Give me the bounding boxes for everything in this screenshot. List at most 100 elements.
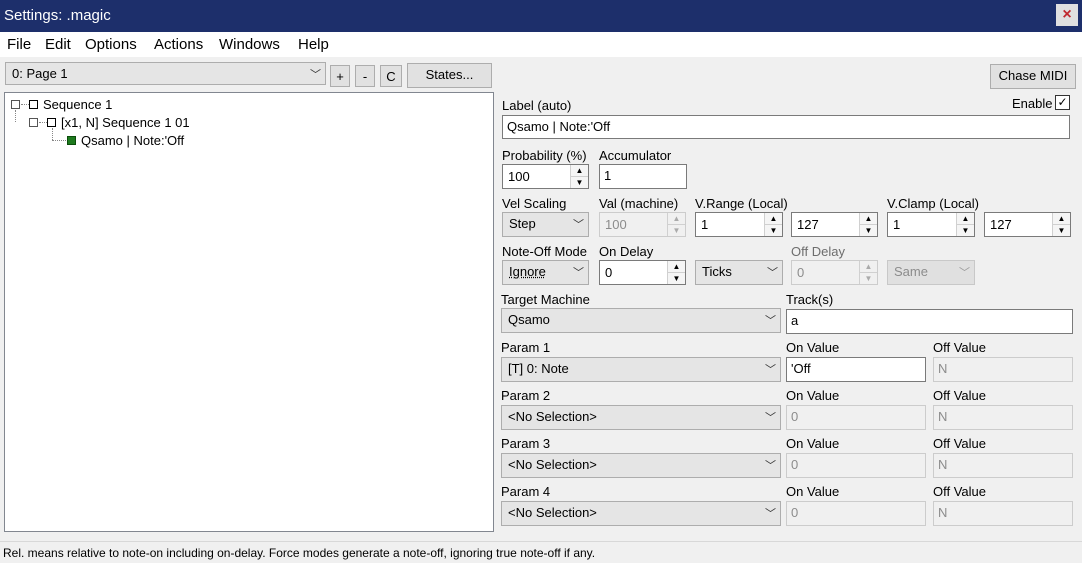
accumulator-input[interactable]: 1 — [599, 164, 687, 189]
param4-caption: Param 4 — [501, 484, 551, 499]
spin-down-icon[interactable]: ▼ — [765, 224, 782, 236]
param3-value: <No Selection> — [508, 457, 597, 472]
add-page-button[interactable]: + — [330, 65, 350, 87]
target-machine-value: Qsamo — [508, 312, 550, 327]
spin-down-icon[interactable]: ▼ — [668, 272, 685, 284]
spin-up-icon[interactable]: ▲ — [668, 261, 685, 273]
spin-down-icon[interactable]: ▼ — [860, 224, 877, 236]
chevron-down-icon: ﹀ — [765, 460, 776, 472]
val-machine-caption: Val (machine) — [599, 196, 679, 211]
on-delay-value: 0 — [605, 265, 613, 280]
sequence-tree[interactable]: Sequence 1 [x1, N] Sequence 1 01 Qsamo |… — [4, 92, 494, 532]
chevron-down-icon: ﹀ — [573, 267, 584, 279]
vclamp-caption: V.Clamp (Local) — [887, 196, 980, 211]
expand-icon[interactable] — [29, 118, 38, 127]
param1-on-value: 'Off — [791, 361, 811, 376]
param2-value: <No Selection> — [508, 409, 597, 424]
tracks-caption: Track(s) — [786, 292, 834, 307]
param2-on-value: 0 — [791, 409, 799, 424]
tree-item-leaf[interactable]: Qsamo | Note:'Off — [81, 133, 184, 148]
on-delay-unit-value: Ticks — [702, 264, 732, 279]
off-delay-unit-value: Same — [894, 264, 928, 279]
menu-actions[interactable]: Actions — [154, 36, 203, 53]
probability-spinner[interactable]: 100 ▲ ▼ — [502, 164, 589, 189]
vclamp-min-spinner[interactable]: 1 ▲ ▼ — [887, 212, 975, 237]
tree-line — [39, 122, 47, 123]
enable-checkbox[interactable]: ✓ — [1055, 95, 1070, 110]
states-button[interactable]: States... — [407, 63, 492, 88]
checkbox-checked-icon[interactable] — [67, 136, 76, 145]
menu-edit[interactable]: Edit — [45, 36, 71, 53]
enable-label: Enable — [1012, 96, 1053, 111]
on-delay-caption: On Delay — [599, 244, 654, 259]
param2-off-input: N — [933, 405, 1073, 430]
tracks-value: a — [791, 313, 799, 328]
probability-value: 100 — [508, 169, 530, 184]
param4-value: <No Selection> — [508, 505, 597, 520]
menu-options[interactable]: Options — [85, 36, 137, 53]
chevron-down-icon: ﹀ — [767, 267, 778, 279]
param3-on-value: 0 — [791, 457, 799, 472]
off-delay-value: 0 — [797, 265, 805, 280]
param4-select[interactable]: <No Selection> ﹀ — [501, 501, 781, 526]
vrange-max-spinner[interactable]: 127 ▲ ▼ — [791, 212, 878, 237]
param3-off-caption: Off Value — [933, 436, 986, 451]
param4-on-caption: On Value — [786, 484, 840, 499]
vrange-min-spinner[interactable]: 1 ▲ ▼ — [695, 212, 783, 237]
chevron-down-icon: ﹀ — [765, 508, 776, 520]
spin-up-icon[interactable]: ▲ — [571, 165, 588, 177]
param2-on-input: 0 — [786, 405, 926, 430]
target-machine-select[interactable]: Qsamo ﹀ — [501, 308, 781, 333]
on-delay-spinner[interactable]: 0 ▲ ▼ — [599, 260, 686, 285]
spin-up-icon[interactable]: ▲ — [860, 213, 877, 225]
vel-scaling-value: Step — [509, 216, 536, 231]
param3-off-value: N — [938, 457, 948, 472]
param1-select[interactable]: [T] 0: Note ﹀ — [501, 357, 781, 382]
label-input[interactable]: Qsamo | Note:'Off — [502, 115, 1070, 139]
param3-select[interactable]: <No Selection> ﹀ — [501, 453, 781, 478]
chase-midi-button[interactable]: Chase MIDI — [990, 64, 1076, 89]
remove-page-button[interactable]: - — [355, 65, 375, 87]
vclamp-max-value: 127 — [990, 217, 1012, 232]
param2-select[interactable]: <No Selection> ﹀ — [501, 405, 781, 430]
checkbox-icon[interactable] — [47, 118, 56, 127]
param4-off-caption: Off Value — [933, 484, 986, 499]
menu-windows[interactable]: Windows — [219, 36, 280, 53]
expand-icon[interactable] — [11, 100, 20, 109]
param1-on-input[interactable]: 'Off — [786, 357, 926, 382]
param1-on-caption: On Value — [786, 340, 840, 355]
tree-item-child[interactable]: [x1, N] Sequence 1 01 — [61, 115, 190, 130]
accumulator-value: 1 — [604, 168, 612, 183]
chevron-down-icon: ﹀ — [959, 267, 970, 279]
vclamp-max-spinner[interactable]: 127 ▲ ▼ — [984, 212, 1071, 237]
vel-scaling-select[interactable]: Step ﹀ — [502, 212, 589, 237]
spin-up-icon[interactable]: ▲ — [1053, 213, 1070, 225]
spin-down-icon[interactable]: ▼ — [1053, 224, 1070, 236]
on-delay-unit-select[interactable]: Ticks ﹀ — [695, 260, 783, 285]
param3-on-caption: On Value — [786, 436, 840, 451]
vrange-min-value: 1 — [701, 217, 709, 232]
spin-down-icon[interactable]: ▼ — [571, 176, 588, 188]
tree-line — [52, 140, 66, 141]
tracks-input[interactable]: a — [786, 309, 1073, 334]
param4-on-value: 0 — [791, 505, 799, 520]
param2-on-caption: On Value — [786, 388, 840, 403]
spin-down-icon[interactable]: ▼ — [957, 224, 974, 236]
spin-up-icon[interactable]: ▲ — [765, 213, 782, 225]
off-delay-caption: Off Delay — [791, 244, 845, 259]
menu-help[interactable]: Help — [298, 36, 329, 53]
tree-line — [15, 110, 16, 122]
close-icon[interactable]: × — [1056, 4, 1078, 26]
tree-item-root[interactable]: Sequence 1 — [43, 97, 112, 112]
menu-file[interactable]: File — [7, 36, 31, 53]
spin-up-icon: ▲ — [668, 213, 685, 225]
param3-off-input: N — [933, 453, 1073, 478]
noteoff-mode-select[interactable]: Ignore ﹀ — [502, 260, 589, 285]
page-select[interactable]: 0: Page 1 ﹀ — [5, 62, 326, 85]
spin-up-icon[interactable]: ▲ — [957, 213, 974, 225]
checkbox-icon[interactable] — [29, 100, 38, 109]
c-button[interactable]: C — [380, 65, 402, 87]
chevron-down-icon: ﹀ — [765, 412, 776, 424]
param1-caption: Param 1 — [501, 340, 551, 355]
tree-line — [21, 104, 29, 105]
